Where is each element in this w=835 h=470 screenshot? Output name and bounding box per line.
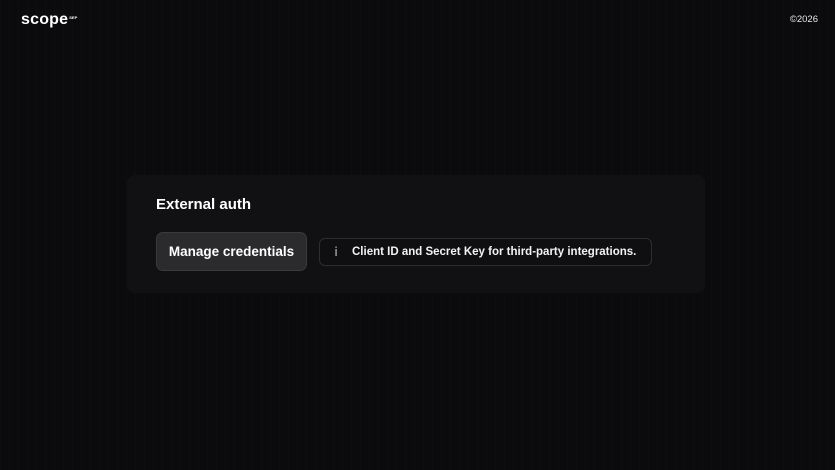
- logo-wordmark: scope: [21, 11, 69, 28]
- page: scope SEP ©2026 External auth Manage cre…: [0, 0, 835, 470]
- info-icon: ⅰ: [334, 245, 338, 259]
- manage-credentials-button[interactable]: Manage credentials: [156, 232, 307, 271]
- copyright-text: ©2026: [789, 14, 818, 25]
- logo[interactable]: scope SEP: [21, 11, 77, 29]
- info-note: ⅰ Client ID and Secret Key for third-par…: [319, 238, 652, 266]
- external-auth-card: External auth Manage credentials ⅰ Clien…: [127, 175, 705, 293]
- info-text: Client ID and Secret Key for third-party…: [352, 246, 637, 258]
- logo-superscript: SEP: [69, 15, 78, 20]
- card-title: External auth: [156, 196, 252, 213]
